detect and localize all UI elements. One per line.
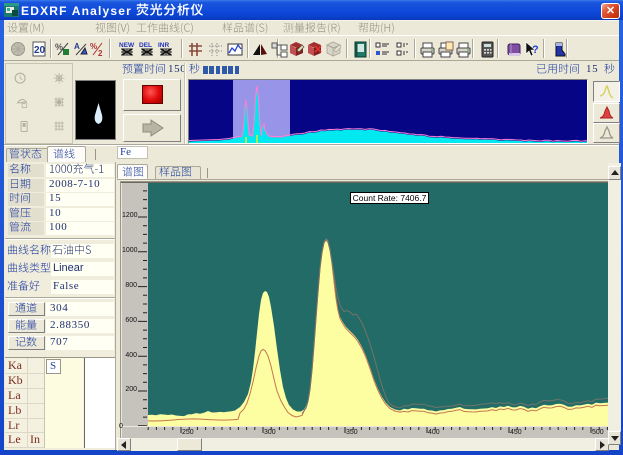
svg-text:%: % xyxy=(90,42,97,51)
svg-text:DEL: DEL xyxy=(139,42,152,49)
svg-text:NEW: NEW xyxy=(119,42,135,49)
svg-text:A: A xyxy=(74,42,80,51)
svg-text:20: 20 xyxy=(34,45,46,56)
svg-text:?: ? xyxy=(532,44,539,56)
svg-text:INR: INR xyxy=(158,42,170,49)
svg-text:2: 2 xyxy=(98,49,103,58)
